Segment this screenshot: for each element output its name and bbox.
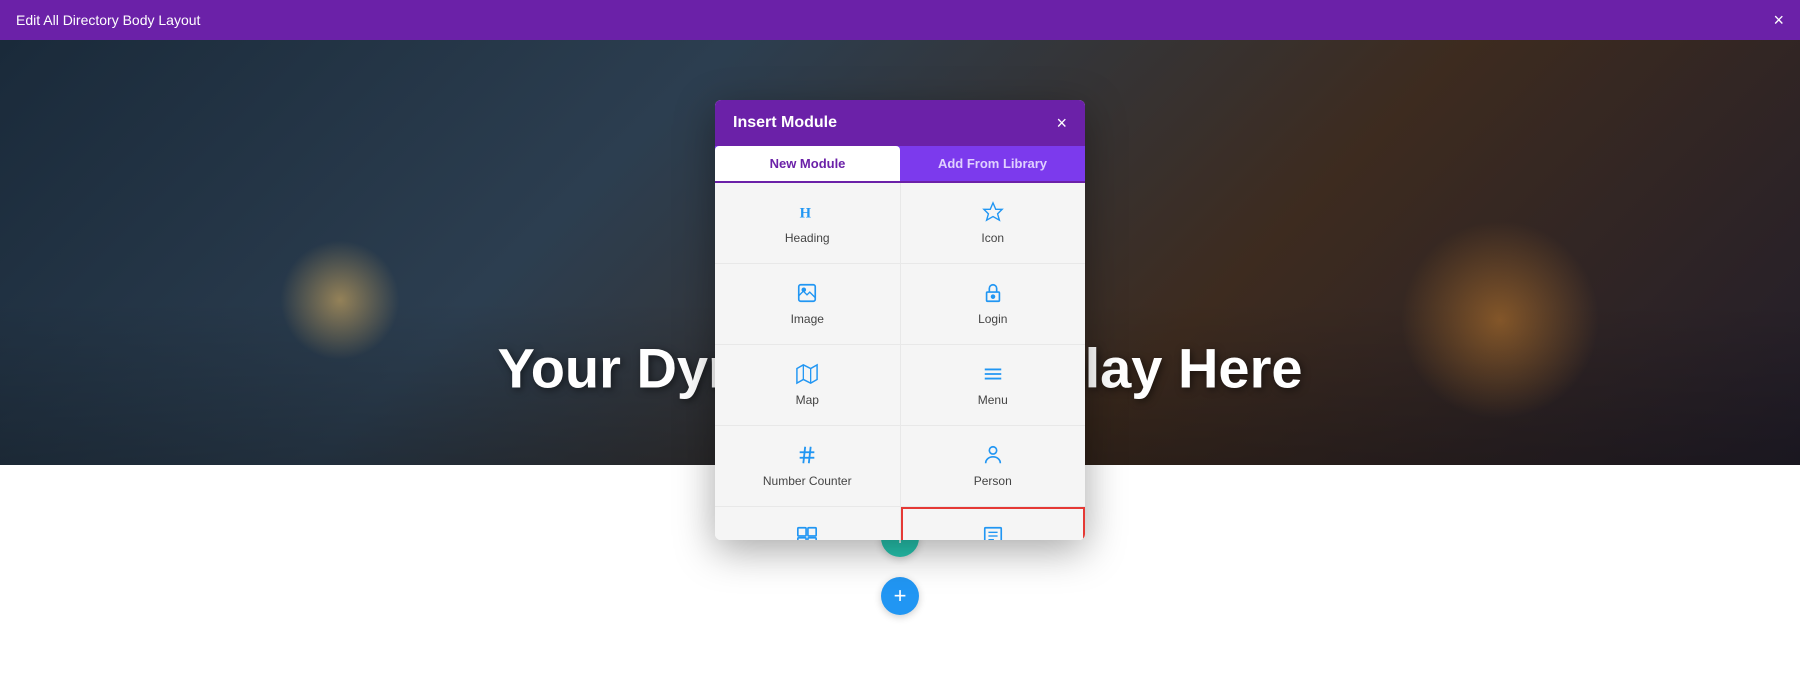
module-item-person[interactable]: Person bbox=[901, 426, 1086, 506]
modal-tabs: New Module Add From Library bbox=[715, 146, 1085, 183]
svg-text:H: H bbox=[800, 206, 812, 222]
module-item-menu[interactable]: Menu bbox=[901, 345, 1086, 425]
insert-module-modal: Insert Module × New Module Add From Libr… bbox=[715, 100, 1085, 540]
hash-icon bbox=[796, 444, 818, 466]
background-area: Your Dynam Display Here ↓ + + Insert Mod… bbox=[0, 40, 1800, 695]
map-icon bbox=[796, 363, 818, 385]
module-label-login: Login bbox=[978, 312, 1007, 326]
module-item-login[interactable]: Login bbox=[901, 264, 1086, 344]
module-label-image: Image bbox=[791, 312, 824, 326]
module-label-map: Map bbox=[796, 393, 819, 407]
icon-icon bbox=[982, 201, 1004, 223]
module-item-icon[interactable]: Icon bbox=[901, 183, 1086, 263]
post-content-icon bbox=[982, 525, 1004, 540]
modal-title: Insert Module bbox=[733, 114, 837, 132]
modal-header: Insert Module × bbox=[715, 100, 1085, 146]
portfolio-icon bbox=[796, 525, 818, 540]
module-label-number-counter: Number Counter bbox=[763, 474, 852, 488]
module-grid: H Heading Icon bbox=[715, 183, 1085, 540]
top-bar-title: Edit All Directory Body Layout bbox=[16, 12, 200, 28]
tab-add-from-library[interactable]: Add From Library bbox=[900, 146, 1085, 181]
module-item-map[interactable]: Map bbox=[715, 345, 900, 425]
modal-close-button[interactable]: × bbox=[1056, 114, 1067, 132]
top-bar: Edit All Directory Body Layout × bbox=[0, 0, 1800, 40]
module-label-person: Person bbox=[974, 474, 1012, 488]
module-item-post-content[interactable]: Post Content bbox=[901, 507, 1086, 540]
top-bar-close-button[interactable]: × bbox=[1773, 11, 1784, 29]
module-item-number-counter[interactable]: Number Counter bbox=[715, 426, 900, 506]
menu-icon bbox=[982, 363, 1004, 385]
heading-icon: H bbox=[796, 201, 818, 223]
modal-overlay: Insert Module × New Module Add From Libr… bbox=[0, 40, 1800, 695]
module-label-heading: Heading bbox=[785, 231, 830, 245]
module-item-image[interactable]: Image bbox=[715, 264, 900, 344]
module-label-menu: Menu bbox=[978, 393, 1008, 407]
image-icon bbox=[796, 282, 818, 304]
tab-new-module[interactable]: New Module bbox=[715, 146, 900, 181]
login-icon bbox=[982, 282, 1004, 304]
module-item-heading[interactable]: H Heading bbox=[715, 183, 900, 263]
module-item-portfolio[interactable]: Portfolio bbox=[715, 507, 900, 540]
module-label-icon: Icon bbox=[981, 231, 1004, 245]
person-icon bbox=[982, 444, 1004, 466]
